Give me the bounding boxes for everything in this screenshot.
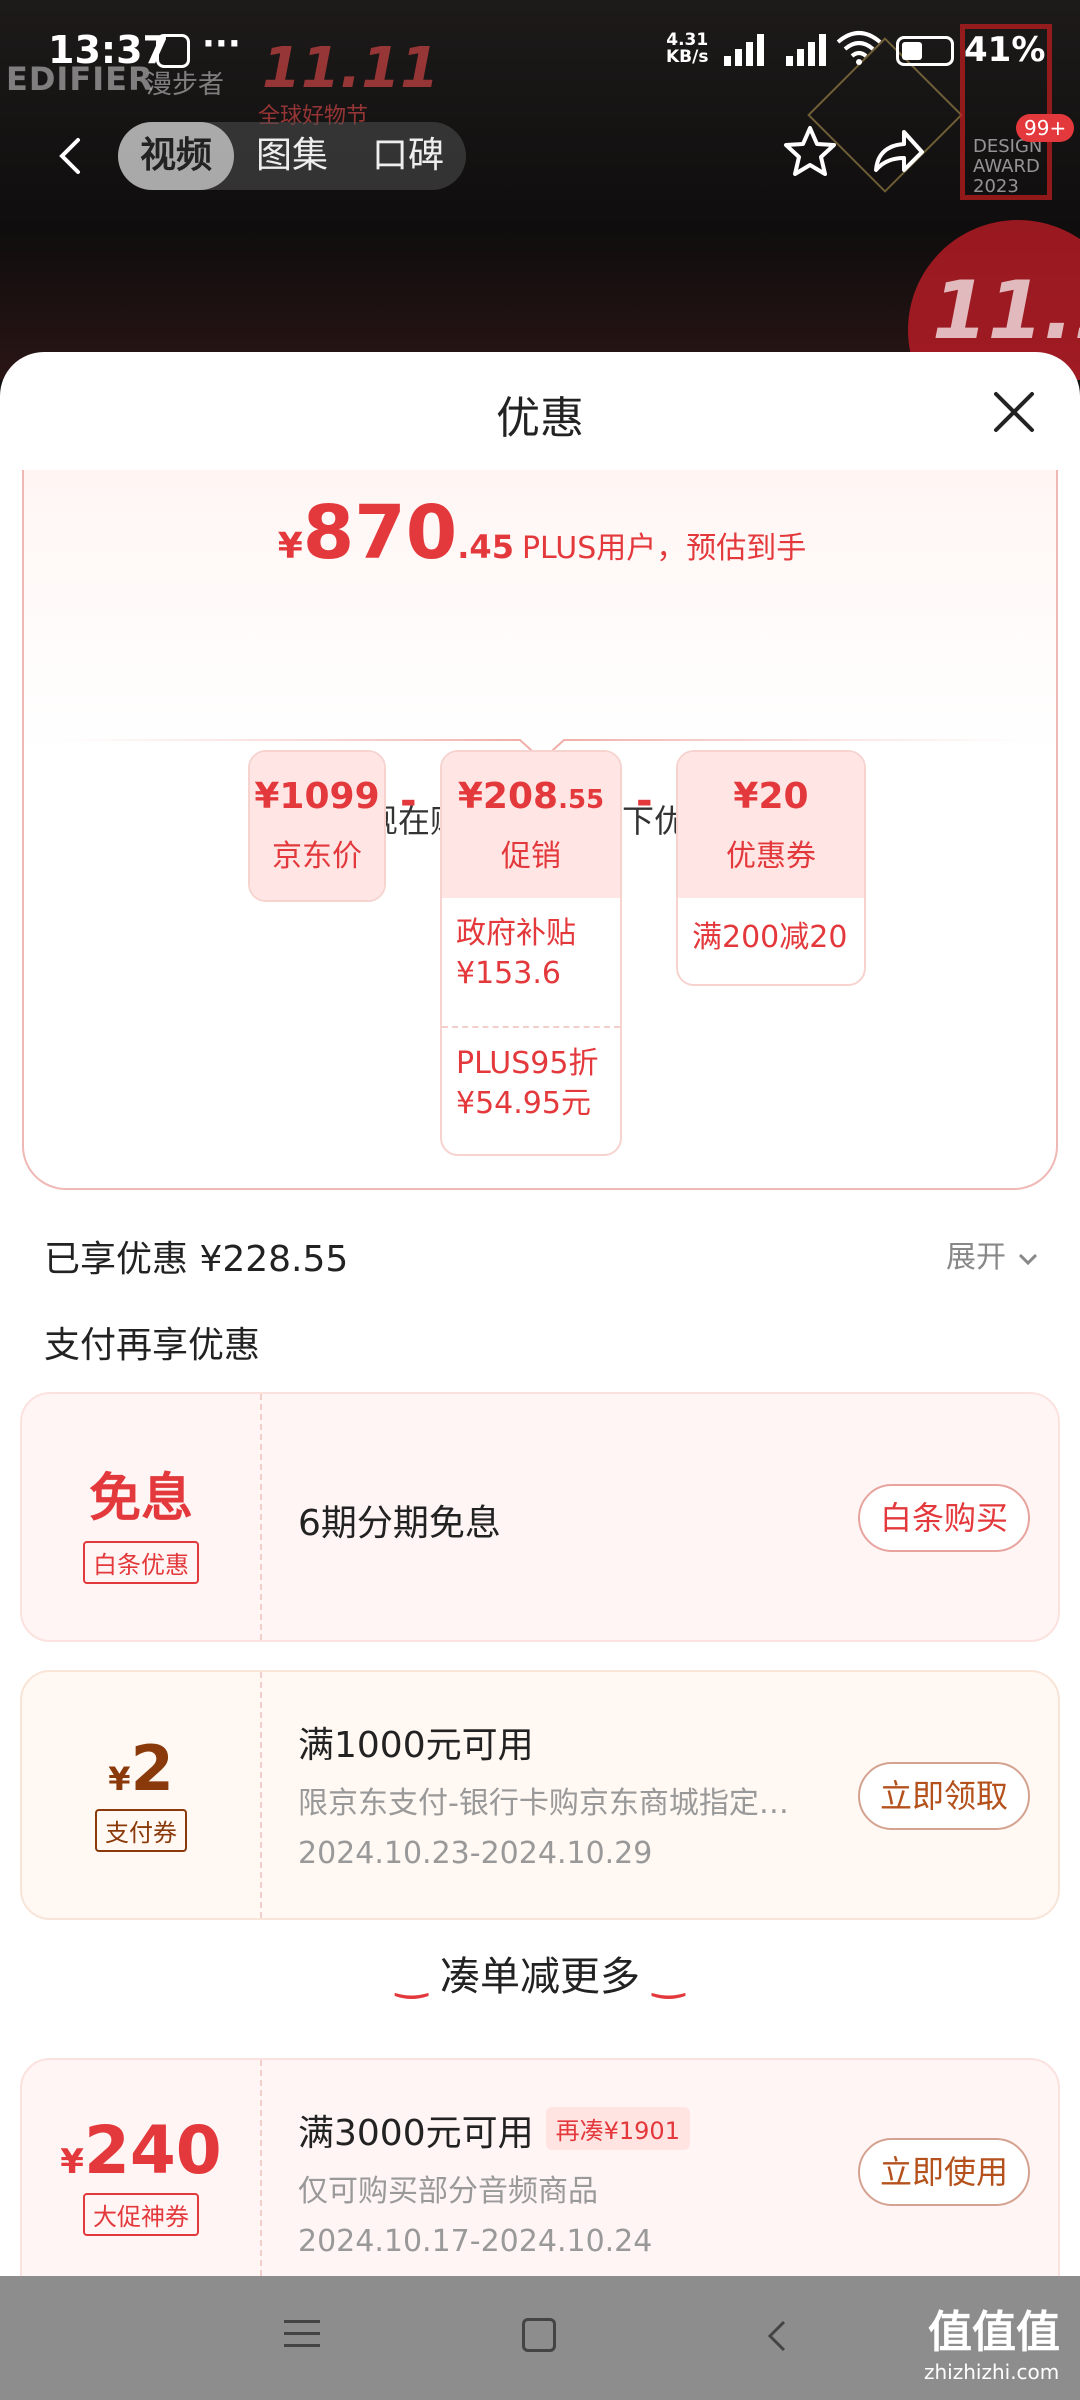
smile-icon: ‿ [395,1955,428,1999]
promo-box: ¥208.55 促销 政府补贴 ¥153.6 PLUS95折 ¥54.95元 [440,750,622,1156]
offer-description: 仅可购买部分音频商品 [298,2174,598,2209]
jd-price-amount: ¥1099 [254,776,380,817]
more-notifications-icon: ··· [202,24,241,64]
offer-title: 满1000元可用 [298,1725,534,1766]
share-icon[interactable] [868,122,928,182]
offer-description: 限京东支付-银行卡购京东商城指定… [298,1786,789,1821]
battery-icon [896,36,954,66]
price-currency: ¥ [277,526,303,567]
smile-icon: ‿ [652,1955,685,1999]
offer-big-text: ¥240 [60,2112,222,2189]
jd-price-box: ¥1099 京东价 [248,750,386,902]
offer-tag: 白条优惠 [83,1541,199,1584]
battery-percent: 41% [964,30,1046,70]
price-decimal: .45 [457,528,514,566]
network-speed-unit: KB/s [666,47,709,67]
product-media-header: EDIFIER 漫步者 11.11 全球好物节 DESIGN AWARD 202… [0,0,1080,380]
signal-icon [786,34,838,66]
favorite-star-icon[interactable] [780,122,840,182]
offer-title: 满3000元可用 再凑¥1901 [298,2104,690,2156]
enjoyed-discount: 已享优惠 ¥228.55 [44,1239,349,1280]
baitiao-buy-button[interactable]: 白条购买 [858,1484,1030,1552]
final-price: ¥870.45 PLUS用户，预估到手 [24,490,1060,576]
notification-badge: 99+ [1016,114,1075,142]
offer-big-text: ¥2 [108,1732,174,1805]
offer-payment-coupon: ¥2 支付券 满1000元可用 限京东支付-银行卡购京东商城指定… 2024.1… [20,1670,1060,1920]
minus-sign: - [400,778,417,824]
watermark-url: zhizhizhi.com [924,2360,1060,2384]
offer-title: 6期分期免息 [298,1503,501,1544]
system-back-icon[interactable] [758,2316,798,2356]
combine-title: ‿ 凑单减更多 ‿ [395,1954,685,2000]
promo-item-plus-discount: PLUS95折 ¥54.95元 [442,1026,620,1154]
tab-gallery[interactable]: 图集 [234,122,350,190]
coupon-box: ¥20 优惠券 满200减20 [676,750,866,986]
top-nav: 视频 图集 口碑 99+ [0,114,1080,198]
coupon-label: 优惠券 [726,839,816,874]
promo-item-gov-subsidy: 政府补贴 ¥153.6 [456,916,576,991]
tab-reviews[interactable]: 口碑 [350,122,466,190]
system-nav-bar: 值值值 zhizhizhi.com [0,2276,1080,2400]
use-now-button[interactable]: 立即使用 [858,2138,1030,2206]
price-note: PLUS用户，预估到手 [521,531,807,566]
tab-video[interactable]: 视频 [118,122,234,190]
offer-interest-free: 免息 白条优惠 6期分期免息 白条购买 [20,1392,1060,1642]
promo-label: 促销 [501,839,561,874]
close-icon[interactable] [990,388,1038,436]
offer-date: 2024.10.17-2024.10.24 [298,2224,653,2259]
watermark-logo: 值值值 [928,2307,1060,2358]
jd-price-label: 京东价 [272,839,362,874]
offer-tag: 支付券 [95,1809,187,1852]
recent-apps-icon[interactable] [284,2320,320,2350]
offer-big-promo-coupon: ¥240 大促神券 满3000元可用 再凑¥1901 仅可购买部分音频商品 202… [20,2058,1060,2276]
status-bar: 13:37 ··· 4.31 KB/s 41% [0,0,1080,100]
coupon-amount: ¥20 [733,776,809,817]
discount-sheet: 优惠 ¥870.45PLUS用户，预估到手 现在购买，享受以下优惠 ¥1099 … [0,352,1080,2276]
claim-now-button[interactable]: 立即领取 [858,1762,1030,1830]
app-notification-icon [156,34,190,68]
offer-date: 2024.10.23-2024.10.29 [298,1836,653,1871]
wifi-icon [836,31,882,65]
promo-amount: ¥208.55 [457,776,605,817]
home-icon[interactable] [522,2318,556,2352]
top-up-badge: 再凑¥1901 [545,2107,690,2150]
offer-tag: 大促神券 [83,2193,199,2236]
chevron-down-icon [1018,1253,1037,1266]
status-time: 13:37 [48,28,169,72]
expand-button[interactable]: 展开 [946,1232,1040,1276]
offer-big-text: 免息 [88,1469,193,1529]
sheet-title: 优惠 [496,393,584,444]
network-speed: 4.31 KB/s [666,32,708,66]
signal-icon [724,34,776,66]
media-tabs: 视频 图集 口碑 [118,122,466,190]
price-integer: 870 [302,490,458,576]
minus-sign: - [636,778,653,824]
pay-more-title: 支付再享优惠 [44,1325,261,1366]
back-arrow-icon[interactable] [44,126,100,186]
coupon-item: 满200减20 [692,920,848,955]
